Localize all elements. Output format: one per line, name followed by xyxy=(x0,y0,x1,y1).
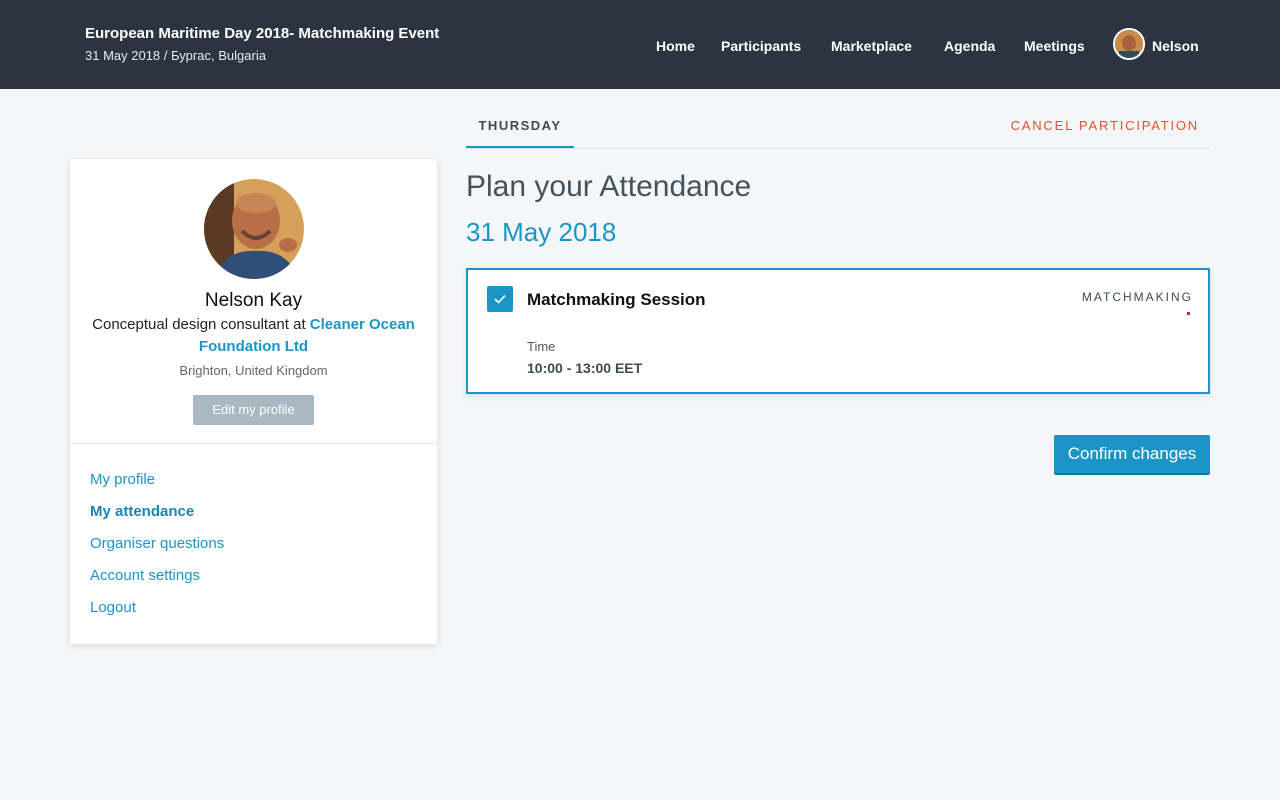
required-marker xyxy=(1187,312,1190,315)
edit-profile-button[interactable]: Edit my profile xyxy=(193,395,314,425)
profile-role-text: Conceptual design consultant at xyxy=(92,316,310,333)
check-icon xyxy=(494,294,506,304)
session-card[interactable]: Matchmaking Session MATCHMAKING Time 10:… xyxy=(466,268,1210,394)
nav-participants[interactable]: Participants xyxy=(721,38,801,56)
session-name: Matchmaking Session xyxy=(527,290,706,309)
session-checkbox[interactable] xyxy=(487,286,513,312)
page-title: Plan your Attendance xyxy=(466,170,752,203)
page-date: 31 May 2018 xyxy=(466,217,617,247)
profile-card: Nelson Kay Conceptual design consultant … xyxy=(70,159,437,644)
menu-logout[interactable]: Logout xyxy=(90,599,136,616)
tab-underline xyxy=(466,148,1210,149)
profile-location: Brighton, United Kingdom xyxy=(179,363,328,378)
profile-avatar xyxy=(204,179,304,279)
menu-account-settings[interactable]: Account settings xyxy=(90,567,200,584)
profile-role: Conceptual design consultant at Cleaner … xyxy=(90,314,417,358)
nav-meetings[interactable]: Meetings xyxy=(1024,38,1085,56)
tab-thursday[interactable]: THURSDAY xyxy=(466,118,574,149)
menu-my-attendance[interactable]: My attendance xyxy=(90,503,194,520)
user-menu-name[interactable]: Nelson xyxy=(1152,38,1199,54)
nav-marketplace[interactable]: Marketplace xyxy=(831,38,912,56)
session-type-tag: MATCHMAKING xyxy=(1081,290,1193,304)
event-subtitle: 31 May 2018 / Бургас, Bulgaria xyxy=(85,48,266,63)
session-time-label: Time xyxy=(527,339,556,354)
cancel-participation-link[interactable]: CANCEL PARTICIPATION xyxy=(1011,118,1199,133)
profile-name: Nelson Kay xyxy=(204,290,303,311)
menu-my-profile[interactable]: My profile xyxy=(90,471,155,488)
menu-organiser-questions[interactable]: Organiser questions xyxy=(90,535,224,552)
nav-home[interactable]: Home xyxy=(656,38,695,56)
event-title[interactable]: European Maritime Day 2018- Matchmaking … xyxy=(85,25,439,42)
confirm-changes-button[interactable]: Confirm changes xyxy=(1054,435,1210,473)
session-time-value: 10:00 - 13:00 EET xyxy=(527,360,643,376)
top-navbar: European Maritime Day 2018- Matchmaking … xyxy=(0,0,1280,89)
nav-agenda[interactable]: Agenda xyxy=(944,38,995,56)
card-divider xyxy=(70,443,437,444)
user-avatar[interactable] xyxy=(1113,28,1145,60)
